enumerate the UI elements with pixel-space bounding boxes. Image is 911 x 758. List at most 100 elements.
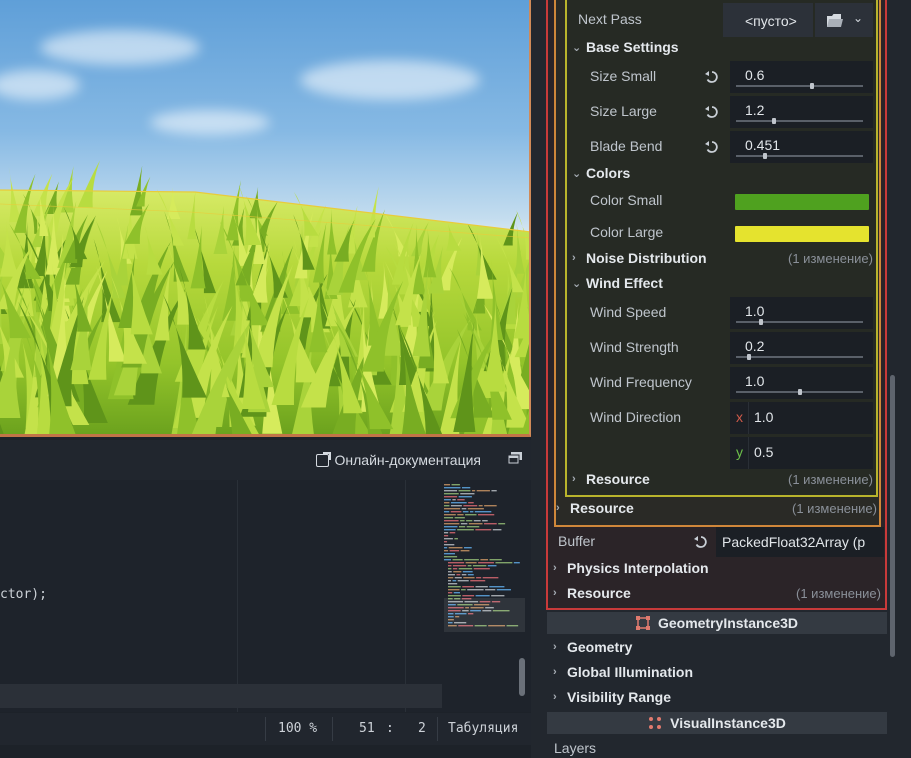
geometry-section[interactable]: › Geometry — [553, 639, 632, 655]
zoom-level[interactable]: 100 % — [278, 721, 317, 736]
wind-effect-title: Wind Effect — [586, 275, 663, 291]
minimap-line — [456, 574, 461, 576]
minimap-line — [480, 559, 489, 561]
minimap-line — [460, 550, 470, 552]
next-pass-menu-button[interactable]: ⌄ — [815, 3, 873, 37]
size-large-field[interactable]: 1.2 — [730, 96, 873, 128]
minimap-line — [444, 505, 450, 507]
minimap-line — [461, 508, 467, 510]
make-floating-icon[interactable] — [508, 452, 522, 464]
noise-distribution-section[interactable]: › Noise Distribution — [572, 250, 707, 266]
code-line: ctor); — [0, 587, 47, 602]
physics-interpolation-section[interactable]: › Physics Interpolation — [553, 560, 709, 576]
wind-speed-slider[interactable] — [736, 319, 863, 325]
blade-bend-slider[interactable] — [736, 153, 863, 159]
editor-vertical-scrollbar[interactable] — [519, 658, 525, 696]
chevron-right-icon: › — [553, 587, 557, 599]
minimap-line — [463, 577, 475, 579]
minimap-line — [492, 529, 502, 531]
minimap-line — [463, 547, 472, 549]
geometry-instance-title: GeometryInstance3D — [657, 615, 799, 631]
slider-knob[interactable] — [746, 354, 751, 360]
minimap-line — [469, 511, 474, 513]
next-pass-label: Next Pass — [578, 11, 642, 27]
size-small-field[interactable]: 0.6 — [730, 61, 873, 93]
resource-mid-section[interactable]: › Resource — [556, 500, 634, 516]
minimap-line — [452, 499, 456, 501]
color-small-swatch[interactable] — [735, 194, 869, 210]
slider-knob[interactable] — [763, 153, 768, 159]
code-minimap[interactable] — [444, 482, 525, 634]
minimap-line — [444, 532, 449, 534]
minimap-line — [460, 493, 475, 495]
visibility-range-title: Visibility Range — [567, 689, 671, 705]
resource-inner-section[interactable]: › Resource — [572, 471, 650, 487]
wind-speed-field[interactable]: 1.0 — [730, 297, 873, 329]
next-pass-field[interactable]: <пусто> — [723, 3, 813, 37]
wind-direction-label: Wind Direction — [590, 409, 682, 425]
size-large-slider[interactable] — [736, 118, 863, 124]
buffer-field[interactable]: PackedFloat32Array (p — [716, 527, 884, 557]
horizontal-scrollbar[interactable] — [0, 684, 442, 708]
reset-icon[interactable] — [705, 105, 719, 119]
online-docs-link[interactable]: Онлайн-документация — [315, 451, 481, 468]
wind-effect-section[interactable]: ⌄ Wind Effect — [572, 275, 663, 291]
wind-direction-x-value: 1.0 — [754, 409, 774, 425]
minimap-line — [457, 499, 465, 501]
resource-mid-changes: (1 изменение) — [792, 501, 877, 516]
base-settings-section[interactable]: ⌄ Base Settings — [572, 39, 679, 55]
reset-icon[interactable] — [705, 70, 719, 84]
slider-knob[interactable] — [797, 389, 802, 395]
visibility-range-section[interactable]: › Visibility Range — [553, 689, 671, 705]
geometry-title: Geometry — [567, 639, 633, 655]
size-small-slider[interactable] — [736, 83, 863, 89]
resource-outer-section[interactable]: › Resource — [553, 585, 631, 601]
chevron-right-icon: › — [553, 562, 557, 574]
slider-knob[interactable] — [772, 118, 777, 124]
color-large-swatch[interactable] — [735, 226, 869, 242]
wind-speed-label: Wind Speed — [590, 304, 667, 320]
resource-mid-title: Resource — [570, 500, 634, 516]
3d-viewport[interactable] — [0, 0, 531, 437]
buffer-label: Buffer — [558, 533, 596, 549]
blade-bend-field[interactable]: 0.451 — [730, 131, 873, 163]
reset-icon[interactable] — [694, 535, 708, 549]
minimap-line — [484, 505, 497, 507]
visual-instance-class-header: VisualInstance3D — [547, 712, 887, 734]
minimap-line — [444, 511, 450, 513]
base-settings-title: Base Settings — [586, 39, 679, 55]
minimap-line — [444, 523, 460, 525]
wind-frequency-slider[interactable] — [736, 389, 863, 395]
slider-knob[interactable] — [759, 319, 764, 325]
minimap-line — [466, 520, 473, 522]
indent-mode[interactable]: Табуляция — [448, 721, 518, 736]
minimap-line — [444, 520, 459, 522]
minimap-line — [450, 511, 462, 513]
minimap-line — [448, 580, 452, 582]
wind-strength-value: 0.2 — [745, 338, 765, 354]
minimap-line — [476, 577, 482, 579]
minimap-line — [482, 577, 499, 579]
wind-strength-field[interactable]: 0.2 — [730, 332, 873, 364]
wind-direction-x-field[interactable]: x 1.0 — [730, 402, 873, 434]
minimap-line — [462, 571, 473, 573]
global-illumination-section[interactable]: › Global Illumination — [553, 664, 693, 680]
minimap-line — [470, 580, 486, 582]
reset-icon[interactable] — [705, 140, 719, 154]
minimap-line — [448, 589, 460, 591]
minimap-line — [471, 490, 476, 492]
minimap-line — [460, 520, 465, 522]
blade-bend-label: Blade Bend — [590, 138, 663, 154]
size-small-label: Size Small — [590, 68, 657, 84]
minimap-line — [458, 490, 471, 492]
slider-knob[interactable] — [810, 83, 815, 89]
colors-section[interactable]: ⌄ Colors — [572, 165, 630, 181]
minimap-line — [454, 517, 465, 519]
wind-direction-y-field[interactable]: y 0.5 — [730, 437, 873, 469]
minimap-line — [450, 502, 467, 504]
wind-frequency-field[interactable]: 1.0 — [730, 367, 873, 399]
inspector-scrollbar[interactable] — [890, 375, 895, 657]
minimap-line — [463, 505, 478, 507]
wind-strength-slider[interactable] — [736, 354, 863, 360]
chevron-down-icon: ⌄ — [853, 11, 864, 25]
